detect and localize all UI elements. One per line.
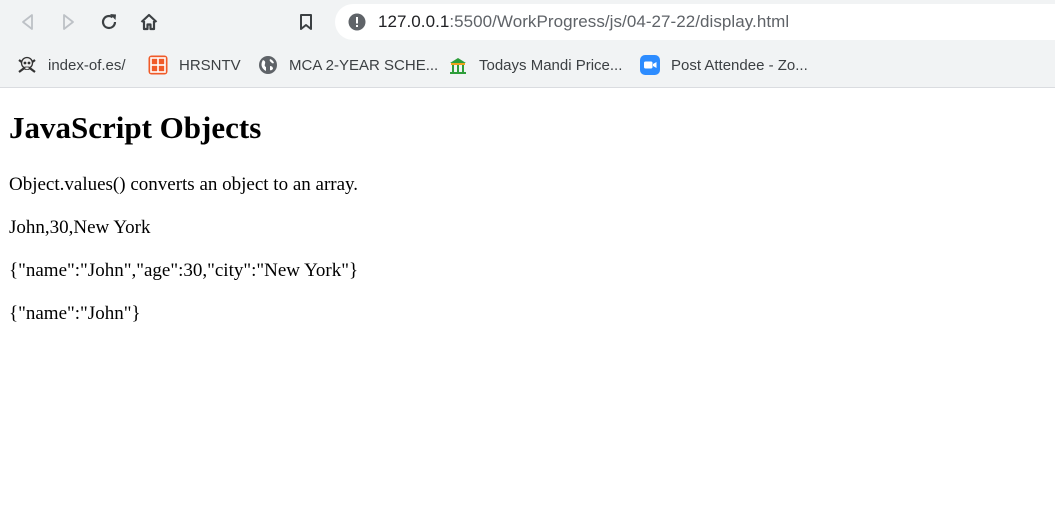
url-text[interactable]: 127.0.0.1:5500/WorkProgress/js/04-27-22/… [378, 12, 789, 32]
bookmark-star-button[interactable] [293, 9, 319, 35]
home-icon [140, 13, 158, 31]
url-host: 127.0.0.1 [378, 12, 450, 31]
globe-icon [258, 55, 278, 75]
home-button[interactable] [136, 9, 162, 35]
bookmark-zoom-attendee[interactable]: Post Attendee - Zo... [640, 52, 808, 78]
back-arrow-icon [22, 14, 33, 30]
paragraph-json-filtered-output: {"name":"John"} [9, 303, 141, 324]
bookmark-label: Todays Mandi Price... [479, 56, 623, 74]
bookmark-label: HRSNTV [179, 56, 241, 74]
browser-chrome: 127.0.0.1:5500/WorkProgress/js/04-27-22/… [0, 0, 1055, 88]
paragraph-json-output: {"name":"John","age":30,"city":"New York… [9, 260, 359, 281]
orange-grid-icon [148, 55, 168, 75]
bookmark-index-of[interactable]: index-of.es/ [17, 52, 126, 78]
reload-button[interactable] [96, 9, 122, 35]
back-button[interactable] [15, 9, 41, 35]
bookmark-hrsntv[interactable]: HRSNTV [148, 52, 241, 78]
paragraph-values-output: John,30,New York [9, 217, 151, 238]
url-path: :5500/WorkProgress/js/04-27-22/display.h… [449, 12, 790, 31]
paragraph-description: Object.values() converts an object to an… [9, 174, 359, 195]
reload-icon [101, 14, 117, 30]
info-icon[interactable] [348, 13, 366, 31]
bookmark-label: Post Attendee - Zo... [671, 56, 808, 74]
bookmark-mca-scheme[interactable]: MCA 2-YEAR SCHE... [258, 52, 438, 78]
address-bar[interactable]: 127.0.0.1:5500/WorkProgress/js/04-27-22/… [335, 4, 1055, 40]
bookmark-label: MCA 2-YEAR SCHE... [289, 56, 439, 74]
bookmark-mandi-price[interactable]: Todays Mandi Price... [448, 52, 622, 78]
market-icon [448, 55, 468, 75]
browser-toolbar: 127.0.0.1:5500/WorkProgress/js/04-27-22/… [0, 0, 1055, 44]
page-heading: JavaScript Objects [9, 110, 262, 145]
forward-button[interactable] [55, 9, 81, 35]
zoom-camera-icon [640, 55, 660, 75]
forward-arrow-icon [63, 14, 74, 30]
bookmark-icon [300, 14, 312, 30]
bookmark-label: index-of.es/ [48, 56, 126, 74]
skull-crossbones-icon [17, 55, 37, 75]
bookmarks-bar: index-of.es/ HRSNTV MCA 2-YEAR SCHE... T… [0, 44, 1055, 87]
